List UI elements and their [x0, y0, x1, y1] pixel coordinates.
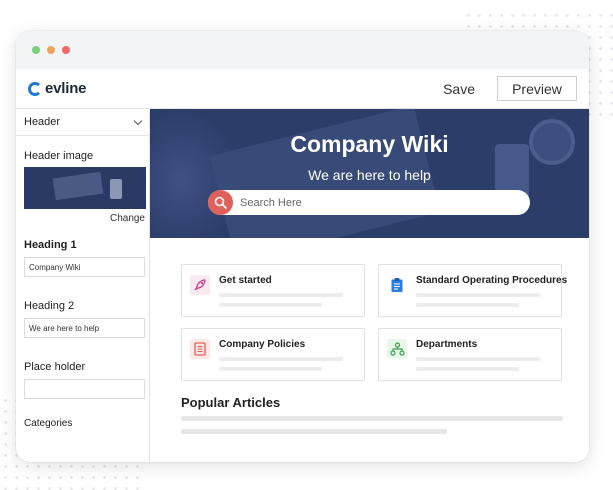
- category-card-departments[interactable]: Departments: [378, 328, 562, 381]
- hero-banner: Company Wiki We are here to help: [150, 109, 589, 238]
- hierarchy-icon: [387, 339, 407, 359]
- rocket-icon: [190, 275, 210, 295]
- header-image-label: Header image: [24, 150, 94, 162]
- logo: evline: [28, 80, 87, 97]
- window-titlebar: [16, 31, 589, 69]
- logo-icon: [28, 81, 42, 96]
- window-yellow-dot[interactable]: [47, 46, 55, 54]
- hero-title: Company Wiki: [290, 131, 449, 157]
- preview-button[interactable]: Preview: [497, 76, 577, 101]
- category-card-get-started[interactable]: Get started: [181, 264, 365, 317]
- placeholder-label: Place holder: [24, 361, 86, 373]
- placeholder-line: [181, 416, 563, 421]
- placeholder-line: [219, 303, 322, 307]
- categories-label: Categories: [24, 418, 73, 429]
- header-image-thumbnail[interactable]: [24, 167, 146, 209]
- window-red-dot[interactable]: [62, 46, 70, 54]
- thumbnail-laptop-shape: [52, 171, 104, 201]
- placeholder-line: [219, 293, 343, 297]
- editor-sidebar: Header Header image Change Heading 1 Com…: [16, 109, 150, 462]
- hero-subtitle: We are here to help: [308, 167, 431, 183]
- heading1-input[interactable]: Company Wiki: [24, 257, 145, 277]
- search-input[interactable]: [240, 196, 500, 209]
- category-card-policies[interactable]: Company Policies: [181, 328, 365, 381]
- search-icon[interactable]: [208, 190, 233, 215]
- placeholder-line: [416, 357, 540, 361]
- popular-articles-heading: Popular Articles: [181, 395, 281, 410]
- search-bar[interactable]: [208, 190, 530, 215]
- logo-text: evline: [45, 80, 87, 97]
- change-image-link[interactable]: Change: [16, 213, 149, 224]
- app-window: evline Save Preview Header Header image …: [16, 31, 589, 462]
- section-dropdown[interactable]: Header: [16, 109, 149, 136]
- app-toolbar: evline Save Preview: [16, 69, 589, 109]
- heading2-label: Heading 2: [24, 300, 75, 312]
- heading1-label: Heading 1: [24, 239, 77, 251]
- save-button[interactable]: Save: [443, 81, 475, 97]
- placeholder-line: [416, 293, 540, 297]
- section-dropdown-label: Header: [24, 116, 61, 128]
- heading2-input[interactable]: We are here to help: [24, 318, 145, 338]
- placeholder-line: [416, 367, 519, 371]
- category-title: Company Policies: [219, 339, 306, 350]
- category-title: Get started: [219, 275, 272, 286]
- placeholder-line: [219, 357, 343, 361]
- category-title: Standard Operating Procedures: [416, 275, 568, 286]
- window-green-dot[interactable]: [32, 46, 40, 54]
- placeholder-input[interactable]: [24, 379, 145, 399]
- category-grid: Get started Standard Operating Procedure…: [181, 264, 567, 381]
- chevron-down-icon: [133, 116, 143, 125]
- placeholder-line: [181, 429, 447, 434]
- placeholder-line: [219, 367, 322, 371]
- category-title: Departments: [416, 339, 478, 350]
- preview-pane: Company Wiki We are here to help Get sta…: [150, 109, 589, 462]
- thumbnail-phone-shape: [110, 179, 122, 199]
- category-card-sop[interactable]: Standard Operating Procedures: [378, 264, 567, 317]
- placeholder-line: [416, 303, 519, 307]
- document-icon: [190, 339, 210, 359]
- clipboard-icon: [387, 275, 407, 295]
